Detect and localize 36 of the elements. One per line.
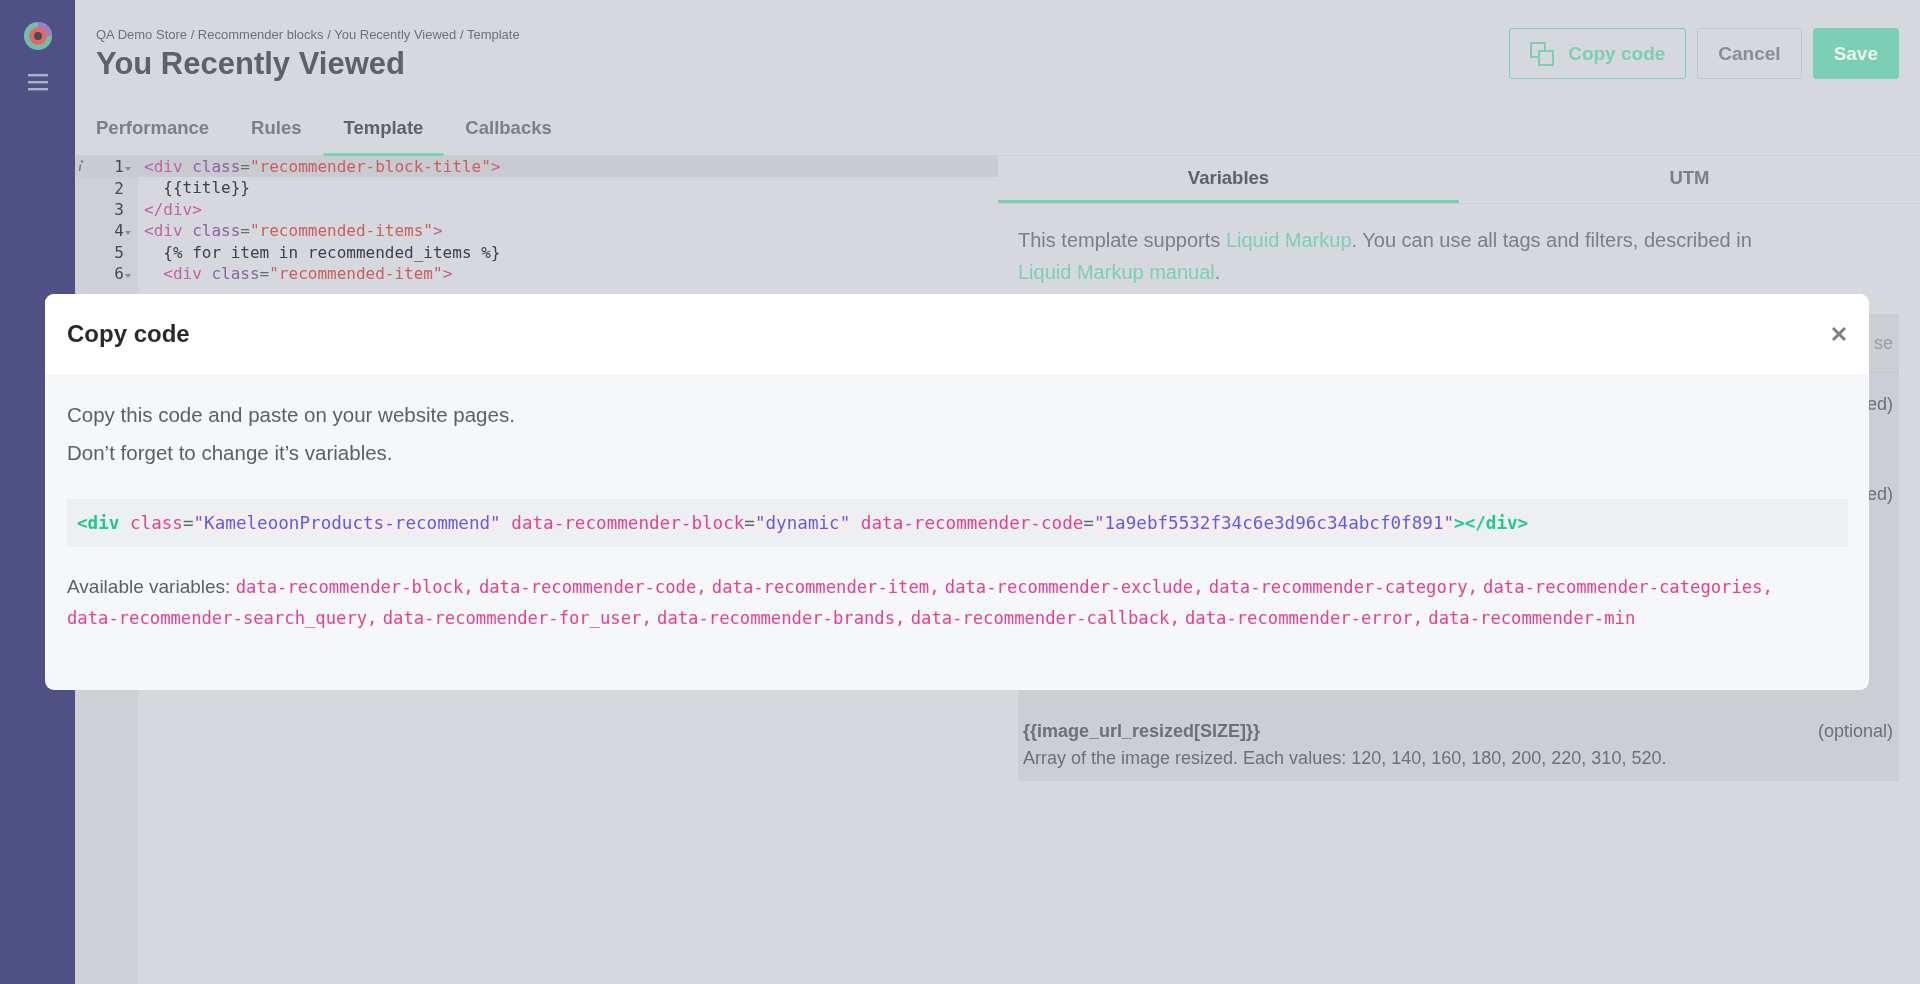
line-number: 1 [113, 157, 124, 177]
logo-icon [21, 20, 54, 52]
variable-description: Array of the image resized. Each values: 120, 140, 160, 180, 200, 220, 310, 520. [1023, 748, 1668, 769]
modal-title: Copy code [67, 320, 190, 348]
optional-note: (optional) [1817, 721, 1893, 742]
cancel-button[interactable]: Cancel [1697, 28, 1802, 79]
line-number: 5 [113, 242, 124, 262]
page-title: You Recently Viewed [96, 46, 406, 82]
breadcrumb: QA Demo Store / Recommender blocks / You Recently Viewed / Template [96, 27, 521, 42]
instruction-text: Copy this code and paste on your website pages. [67, 402, 516, 428]
save-button[interactable]: Save [1812, 28, 1899, 79]
copy-icon [1530, 41, 1555, 66]
fold-caret-icon [124, 166, 132, 173]
tab[interactable]: Performance [96, 105, 231, 156]
instruction-text: Don’t forget to change it’s variables. [67, 440, 394, 466]
code-line: <div class="recommended-items"> [143, 220, 444, 242]
line-number: 2 [113, 178, 124, 198]
variable-name: {{image_url_resized[SIZE]}} [1023, 721, 1262, 742]
tab[interactable]: Rules [230, 105, 323, 156]
panel-tab[interactable]: UTM [1459, 156, 1920, 203]
tab[interactable]: Callbacks [444, 105, 573, 156]
code-line: {% for item in recommended_items %} [162, 241, 502, 263]
line-number: 6 [113, 264, 124, 284]
close-icon[interactable] [1831, 326, 1847, 342]
code-line: {{title}} [162, 177, 251, 199]
code-snippet: <div class="KameleoonProducts-recommend" data-recommender-block="dynamic" data-recommender-code="1a9ebf5532f34c6e3d96c34abcf0f891"></div> [67, 499, 1848, 547]
code-line: </div> [143, 198, 203, 221]
code-line: <div class="recommended-item"> [162, 262, 454, 285]
panel-tab[interactable]: Variables [998, 156, 1459, 203]
fold-caret-icon [124, 273, 132, 280]
fold-caret-icon [124, 230, 132, 237]
menu-icon[interactable] [27, 72, 48, 92]
available-variables-text: Available variables: data-recommender-block, data-recommender-code, data-recommender-item, data-recommender-exclude, data-recommender-category, data-recommender-categories, data-recommender-search_query, data-recommender-for_user, data-recommender-brands, data-recommender-callback, data-recommender-error, data-recommender-min [67, 575, 1774, 630]
line-number: 4 [113, 221, 124, 241]
line-number: 3 [113, 199, 124, 219]
intro-text: This template supports Liquid Markup. You can use all tags and filters, described in Liquid Markup manual. [1017, 228, 1753, 285]
